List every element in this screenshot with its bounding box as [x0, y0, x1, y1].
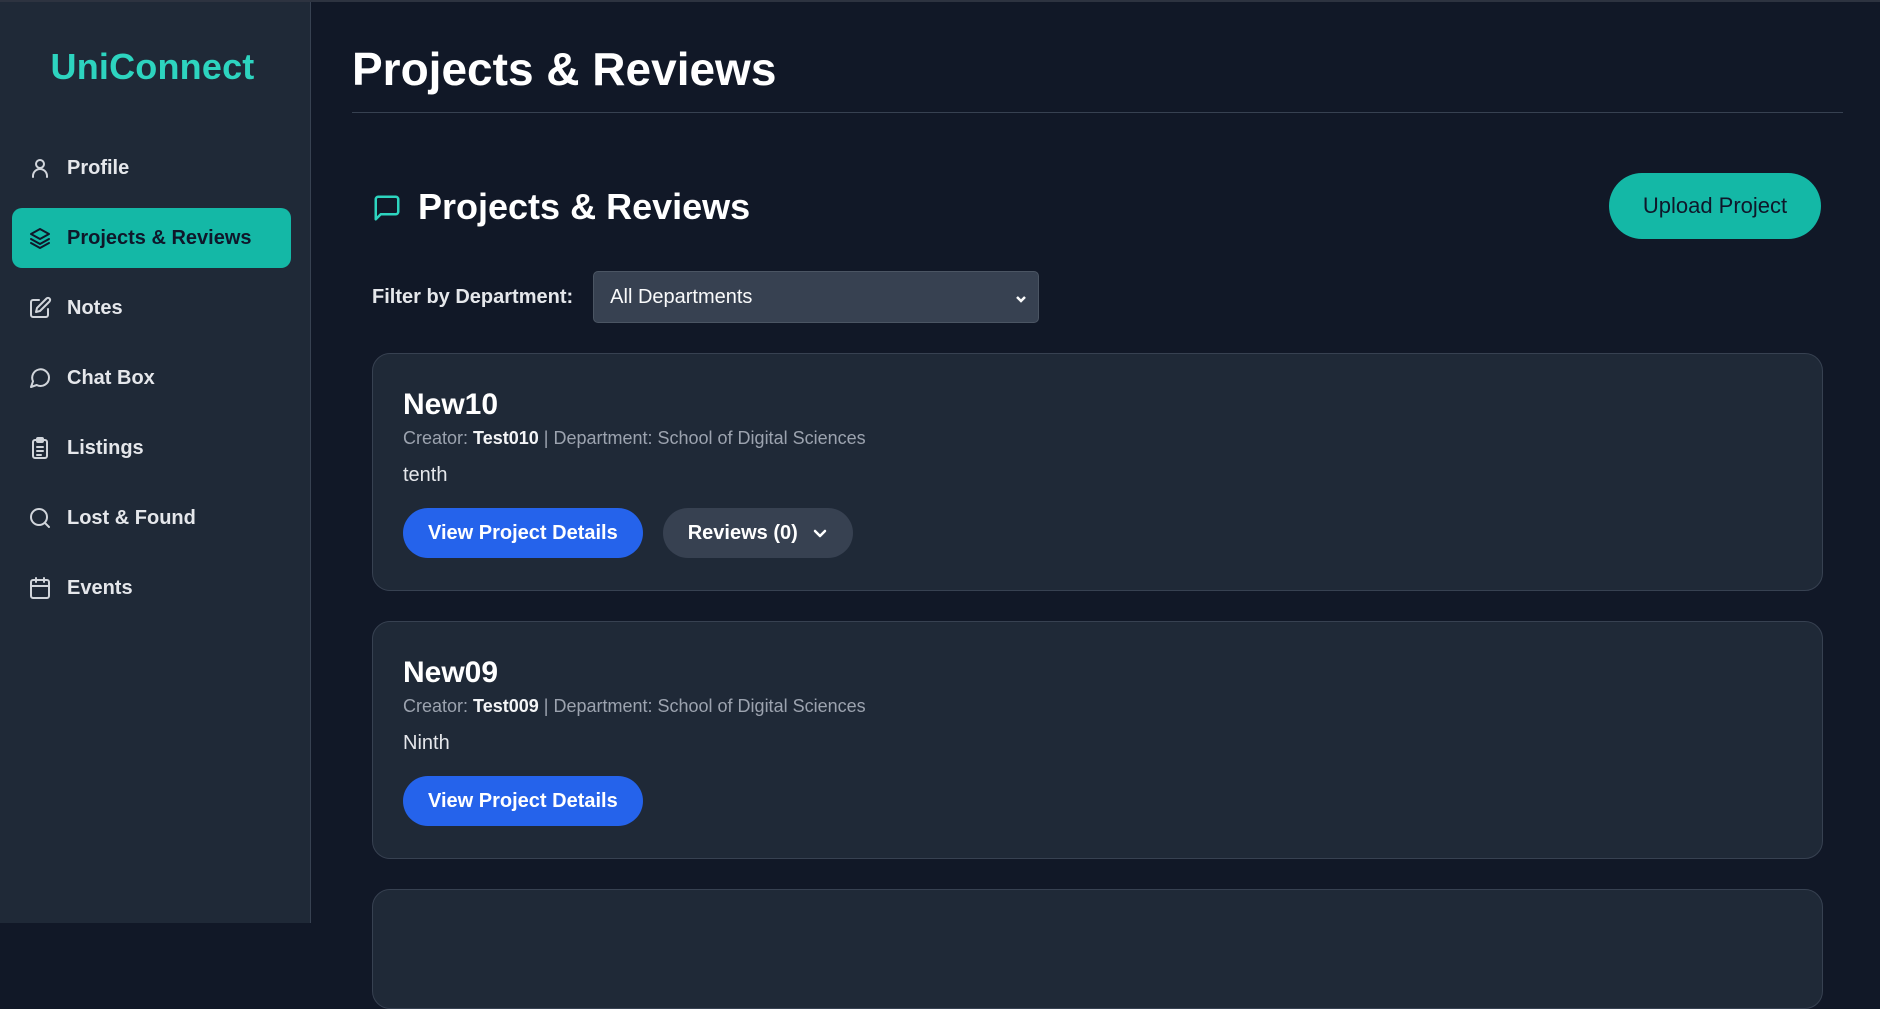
sidebar-item-profile[interactable]: Profile — [12, 138, 291, 198]
sidebar-item-projects-reviews[interactable]: Projects & Reviews — [12, 208, 291, 268]
view-project-details-button[interactable]: View Project Details — [403, 776, 643, 826]
project-description: tenth — [403, 464, 448, 486]
sidebar-item-label: Notes — [67, 296, 123, 319]
chat-icon — [28, 366, 52, 390]
header-divider — [352, 112, 1843, 113]
edit-icon — [28, 296, 52, 320]
view-project-details-button[interactable]: View Project Details — [403, 508, 643, 558]
department-select[interactable]: All Departments — [593, 271, 1040, 323]
creator-label: Creator: — [403, 696, 469, 716]
layers-icon — [28, 226, 52, 250]
chevron-down-icon — [812, 525, 828, 541]
user-icon — [28, 156, 52, 180]
sidebar-item-notes[interactable]: Notes — [12, 278, 291, 338]
clipboard-icon — [28, 436, 52, 460]
sidebar-item-lost-found[interactable]: Lost & Found — [12, 488, 291, 548]
project-card: New10 Creator: Test010 | Department: Sch… — [372, 353, 1823, 591]
department-text: | Department: School of Digital Sciences — [543, 428, 866, 448]
upload-project-button[interactable]: Upload Project — [1609, 173, 1821, 239]
project-card: New09 Creator: Test009 | Department: Sch… — [372, 621, 1823, 859]
sidebar-nav: Profile Projects & Reviews Notes Chat Bo… — [12, 138, 291, 628]
sidebar-item-label: Profile — [67, 156, 130, 179]
main-content: Projects & Reviews Projects & Reviews Up… — [352, 2, 1843, 1009]
chevron-down-icon — [1014, 289, 1028, 303]
page-title: Projects & Reviews — [352, 43, 777, 95]
project-actions: View Project Details Reviews (0) — [403, 508, 853, 558]
department-text: | Department: School of Digital Sciences — [543, 696, 866, 716]
section-title: Projects & Reviews — [418, 186, 751, 227]
search-icon — [28, 506, 52, 530]
reviews-toggle-button[interactable]: Reviews (0) — [662, 508, 853, 558]
app-logo[interactable]: UniConnect — [0, 46, 305, 88]
sidebar-item-label: Chat Box — [67, 366, 155, 389]
sidebar-item-listings[interactable]: Listings — [12, 418, 291, 478]
department-select-value: All Departments — [610, 285, 753, 308]
project-description: Ninth — [403, 732, 450, 754]
sidebar-item-events[interactable]: Events — [12, 558, 291, 618]
calendar-icon — [28, 576, 52, 600]
sidebar: UniConnect Profile Projects & Reviews No… — [0, 2, 311, 923]
project-meta: Creator: Test010 | Department: School of… — [403, 428, 866, 449]
filter-label: Filter by Department: — [372, 285, 574, 308]
section-header: Projects & Reviews Upload Project — [352, 173, 1843, 245]
sidebar-item-label: Events — [67, 576, 133, 599]
reviews-label: Reviews (0) — [687, 521, 798, 544]
project-title: New10 — [403, 388, 499, 421]
creator-name: Test009 — [473, 696, 539, 716]
message-square-icon — [372, 193, 402, 223]
project-actions: View Project Details — [403, 776, 663, 826]
sidebar-item-label: Listings — [67, 436, 144, 459]
creator-name: Test010 — [473, 428, 539, 448]
project-card-partial — [372, 889, 1823, 1009]
department-filter: Filter by Department: All Departments — [372, 271, 1843, 323]
sidebar-item-label: Projects & Reviews — [67, 226, 252, 249]
creator-label: Creator: — [403, 428, 469, 448]
sidebar-item-label: Lost & Found — [67, 506, 196, 529]
project-meta: Creator: Test009 | Department: School of… — [403, 696, 866, 717]
sidebar-item-chat-box[interactable]: Chat Box — [12, 348, 291, 408]
project-title: New09 — [403, 656, 499, 689]
